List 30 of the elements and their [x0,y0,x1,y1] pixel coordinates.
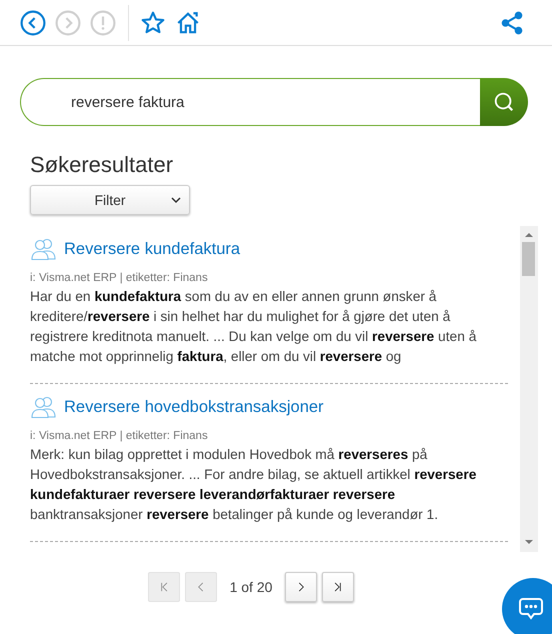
page-status: 1 of 20 [230,579,272,595]
result-link[interactable]: Reversere kundefaktura [64,240,240,258]
chevron-down-icon [171,197,181,204]
forward-icon [55,10,81,36]
chat-button[interactable] [502,578,552,634]
share-button[interactable] [499,10,525,36]
results-heading: Søkeresultater [30,151,174,179]
favorite-button[interactable] [140,10,166,36]
people-icon [30,238,58,260]
filter-dropdown[interactable]: Filter [30,185,190,215]
home-button[interactable] [175,10,201,36]
scrollbar[interactable] [520,226,538,552]
next-page-button[interactable] [285,572,318,602]
last-page-button[interactable] [322,572,354,602]
exclamation-icon [90,10,116,36]
share-icon [499,10,525,36]
star-icon [140,10,166,36]
search-button[interactable] [480,78,528,126]
search-icon [493,91,515,113]
back-button[interactable] [20,10,46,36]
result-snippet: Merk: kun bilag opprettet i modulen Hovedbok må reverseres på Hovedbokstransaksjoner. ... For andre bilag, se aktuell artikkel reversere kundefakturaer reversere leverandørfakturaer reversere banktransaksjoner reversere betalinger på kunde og leverandør 1. [30,446,478,524]
search-field[interactable]: reversere faktura [20,78,480,126]
result-snippet: Har du en kundefaktura som du av en eller annen grunn ønsker å kreditere/reversere i sin helhet har du mulighet for å gjøre det uten å registrere kreditnota manuelt. ... Du kan velge om du vil reversere uten å matche mot opprinnelig faktura, eller om du vil reversere og [30,288,478,366]
result-link[interactable]: Reversere hovedbokstransaksjoner [64,398,324,416]
result-meta: i: Visma.net ERP | etiketter: Finans [30,430,209,442]
people-icon [30,396,58,418]
chat-bubble-icon [518,596,544,622]
result-meta: i: Visma.net ERP | etiketter: Finans [30,272,209,284]
home-icon [175,10,201,36]
back-icon [20,10,46,36]
